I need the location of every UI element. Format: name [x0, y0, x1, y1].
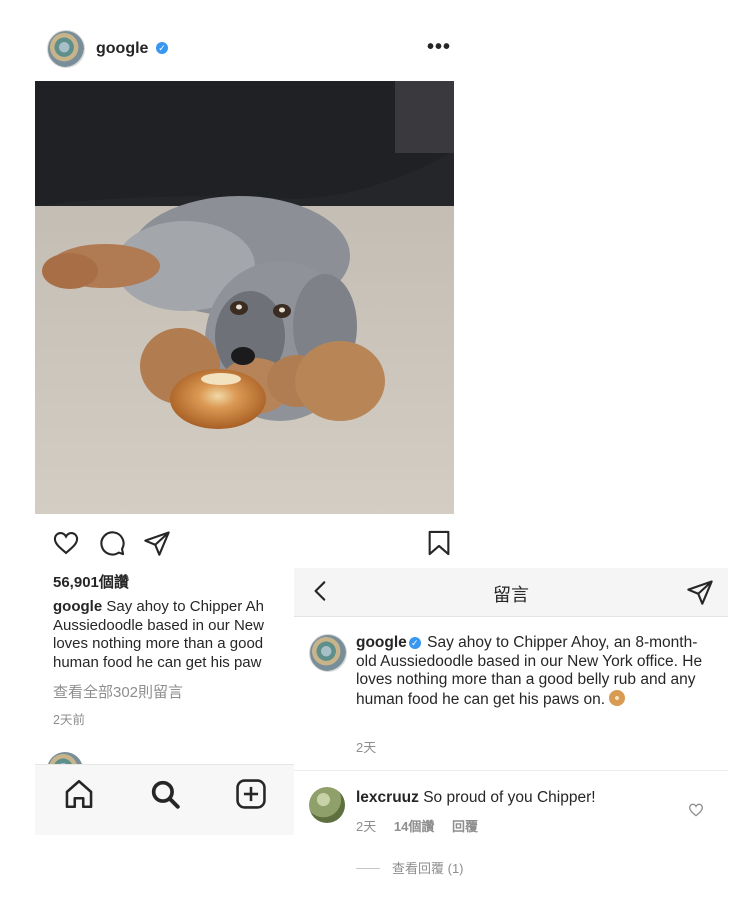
comment-meta: 2天 14個讚 回覆 [356, 816, 492, 835]
caption-line: loves nothing more than a good [53, 635, 264, 652]
comment-text: So proud of you Chipper! [423, 789, 596, 806]
caption-text: Say ahoy to Chipper Ahoy, an 8-month-old… [356, 634, 703, 708]
comment-username[interactable]: lexcruuz [356, 789, 419, 806]
more-options-icon[interactable]: ••• [427, 36, 451, 59]
home-icon[interactable] [62, 777, 96, 811]
post-header: google ✓ ••• [35, 28, 455, 72]
paper-plane-icon[interactable] [686, 578, 714, 606]
post-caption: google Say ahoy to Chipper Ah Aussiedood… [53, 598, 296, 674]
comment-likes[interactable]: 14個讚 [394, 819, 434, 834]
likes-count[interactable]: 56,901個讚 [53, 571, 129, 592]
heart-icon[interactable] [52, 529, 80, 557]
verified-badge-icon: ✓ [156, 42, 168, 54]
comments-header: 留言 [294, 568, 728, 617]
view-replies-link[interactable]: 查看回覆 (1) [356, 858, 464, 877]
caption-line: human food he can get his paw [53, 653, 262, 671]
post-actions [35, 525, 455, 561]
caption-timestamp: 2天 [356, 740, 377, 755]
divider [294, 770, 728, 771]
like-comment-heart-icon[interactable] [688, 802, 704, 818]
view-all-comments-link[interactable]: 查看全部302則留言 [53, 681, 183, 702]
bottom-tab-bar [35, 764, 297, 835]
bagel-emoji-icon [609, 689, 626, 706]
bookmark-icon[interactable] [425, 529, 453, 557]
caption-comment: google ✓ Say ahoy to Chipper Ahoy, an 8-m… [356, 634, 708, 709]
search-icon[interactable] [148, 777, 182, 811]
replies-line [356, 868, 380, 869]
paper-plane-icon[interactable] [143, 529, 171, 557]
plus-square-icon[interactable] [234, 777, 268, 811]
post-photo[interactable] [35, 81, 454, 514]
comments-title: 留言 [493, 585, 529, 605]
google-avatar[interactable] [47, 30, 85, 68]
comments-panel: 留言 google ✓ Say ahoy to Chipper Ahoy, an … [294, 568, 728, 907]
lexcruuz-avatar[interactable] [309, 787, 345, 823]
caption-line: Say ahoy to Chipper Ah [106, 598, 264, 615]
comment-item: lexcruuz So proud of you Chipper! [356, 789, 596, 807]
verified-badge-icon: ✓ [408, 637, 421, 649]
post-username[interactable]: google [96, 40, 148, 58]
comment-icon[interactable] [98, 529, 126, 557]
post-timestamp: 2天前 [53, 713, 85, 727]
view-replies-label[interactable]: 查看回覆 (1) [392, 861, 464, 876]
comment-timestamp: 2天 [356, 819, 377, 834]
google-avatar[interactable] [309, 634, 347, 672]
caption-line: Aussiedoodle based in our New [53, 616, 264, 634]
caption-username[interactable]: google [356, 634, 407, 651]
caption-username[interactable]: google [53, 598, 102, 615]
reply-button[interactable]: 回覆 [452, 819, 478, 834]
